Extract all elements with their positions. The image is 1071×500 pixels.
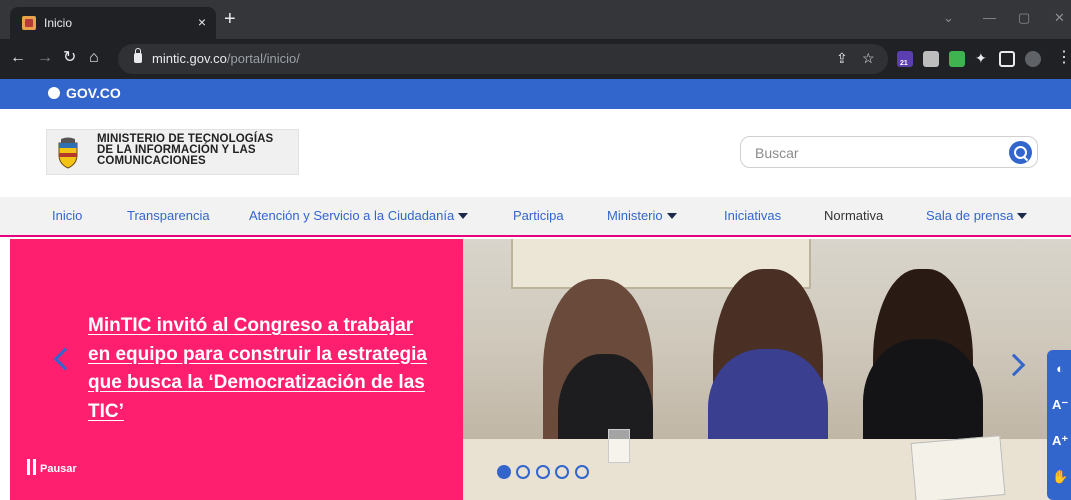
back-arrow-icon[interactable]: ← — [10, 49, 26, 67]
colombia-coat-of-arms-icon — [58, 137, 78, 169]
home-icon[interactable]: ⌂ — [89, 49, 99, 67]
browser-toolbar: ← → ↻ ⌂ mintic.gov.co/portal/inicio/ ⇪ ☆… — [0, 39, 1071, 79]
new-tab-button[interactable]: + — [224, 9, 236, 29]
nav-item-ministerio[interactable]: Ministerio — [607, 208, 677, 223]
main-navigation: Inicio Transparencia Atención y Servicio… — [0, 197, 1071, 237]
close-tab-icon[interactable]: × — [198, 14, 206, 30]
maximize-window-icon[interactable]: ▢ — [1018, 10, 1030, 26]
nav-item-iniciativas[interactable]: Iniciativas — [724, 208, 781, 223]
water-glass — [608, 429, 630, 463]
url-text[interactable]: mintic.gov.co/portal/inicio/ — [152, 51, 300, 66]
tab-title: Inicio — [44, 16, 73, 30]
search-input[interactable] — [755, 144, 995, 162]
sign-language-icon[interactable]: ✋ — [1052, 468, 1068, 486]
search-box — [740, 136, 1038, 168]
decrease-text-icon[interactable]: A⁻ — [1052, 396, 1068, 414]
nav-item-sala-de-prensa[interactable]: Sala de prensa — [926, 208, 1028, 223]
nav-item-inicio[interactable]: Inicio — [52, 208, 82, 223]
check-extension-icon[interactable] — [949, 51, 965, 67]
gov-co-bar: GOV.CO — [0, 79, 1071, 109]
forward-arrow-icon[interactable]: → — [37, 49, 53, 67]
carousel-pause-button[interactable]: Pausar — [27, 459, 77, 475]
contrast-icon[interactable]: ◐ — [1052, 360, 1068, 378]
site-favicon-icon — [22, 16, 36, 30]
ministry-name: MINISTERIO DE TECNOLOGÍAS DE LA INFORMAC… — [97, 133, 274, 167]
address-bar[interactable]: mintic.gov.co/portal/inicio/ ⇪ ☆ — [118, 44, 888, 74]
chevron-down-icon[interactable]: ⌄ — [943, 10, 954, 26]
chevron-down-icon — [666, 213, 677, 219]
chevron-down-icon — [1017, 213, 1028, 219]
chevron-down-icon — [458, 213, 469, 219]
carousel-dot[interactable] — [497, 465, 511, 479]
nav-item-atencion-ciudadania[interactable]: Atención y Servicio a la Ciudadanía — [249, 208, 469, 223]
reload-icon[interactable]: ↻ — [63, 49, 76, 67]
extensions-puzzle-icon[interactable]: ✦ — [975, 49, 987, 67]
extension-badge-icon[interactable]: 21 — [897, 51, 913, 67]
nav-item-transparencia[interactable]: Transparencia — [127, 208, 210, 223]
search-icon[interactable] — [1009, 141, 1032, 164]
hero-headline-link[interactable]: MinTIC invitó al Congreso a trabajar en … — [88, 312, 438, 426]
ministry-logo[interactable]: MINISTERIO DE TECNOLOGÍAS DE LA INFORMAC… — [46, 129, 299, 175]
name-placard — [910, 435, 1006, 500]
pause-icon — [27, 459, 36, 475]
browser-menu-icon[interactable]: ⋮ — [1056, 49, 1071, 67]
lock-icon[interactable] — [134, 48, 142, 63]
gov-co-logo[interactable]: GOV.CO — [48, 85, 121, 101]
hero-news-photo[interactable] — [463, 239, 1071, 500]
carousel-dot[interactable] — [574, 465, 589, 479]
share-icon[interactable]: ⇪ — [836, 50, 848, 67]
accessibility-toolbar: ◐ A⁻ A⁺ ✋ — [1047, 350, 1071, 500]
nav-item-normativa[interactable]: Normativa — [824, 208, 883, 223]
increase-text-icon[interactable]: A⁺ — [1052, 432, 1068, 450]
browser-tab[interactable]: Inicio × — [10, 7, 216, 39]
carousel-indicators — [497, 465, 590, 484]
site-header: MINISTERIO DE TECNOLOGÍAS DE LA INFORMAC… — [0, 109, 1071, 197]
carousel-dot[interactable] — [535, 465, 550, 479]
side-panel-icon[interactable] — [999, 51, 1015, 67]
carousel-dot[interactable] — [555, 465, 570, 479]
nav-item-participa[interactable]: Participa — [513, 208, 564, 223]
bookmark-star-icon[interactable]: ☆ — [862, 50, 875, 67]
camera-extension-icon[interactable] — [923, 51, 939, 67]
carousel-dot[interactable] — [516, 465, 531, 479]
minimize-window-icon[interactable]: — — [983, 10, 996, 25]
browser-tab-bar: Inicio × + ⌄ — ▢ ✕ — [0, 0, 1071, 39]
hero-carousel: MinTIC invitó al Congreso a trabajar en … — [0, 239, 1071, 500]
gov-co-logo-icon — [48, 87, 60, 99]
profile-avatar-icon[interactable] — [1025, 51, 1041, 67]
close-window-icon[interactable]: ✕ — [1054, 10, 1065, 26]
